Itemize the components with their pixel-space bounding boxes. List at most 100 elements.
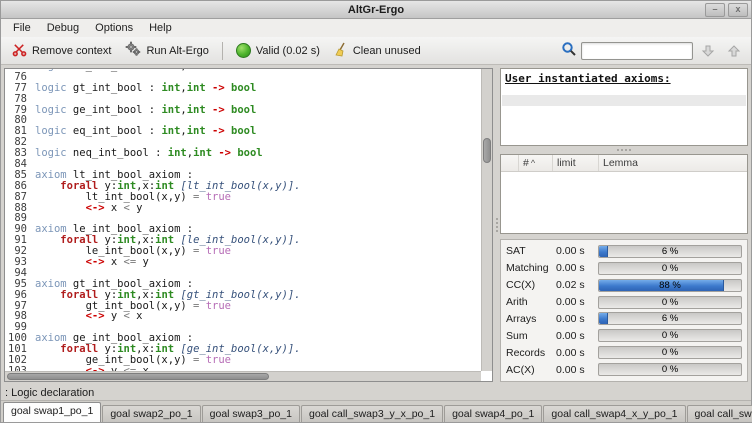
stat-label: SAT (506, 245, 556, 257)
stat-label: Arith (506, 296, 556, 308)
stat-progress-bar: 0 % (598, 262, 742, 275)
line-content: logic ge_int_bool : int,int -> bool (31, 105, 256, 116)
line-content: <-> x <= y (31, 257, 149, 268)
stat-percent-label: 88 % (599, 280, 741, 291)
run-alt-ergo-label: Run Alt-Ergo (146, 45, 208, 57)
stat-percent-label: 0 % (599, 347, 741, 358)
axioms-table-splitter[interactable] (500, 146, 748, 154)
code-line[interactable]: 88 <-> x < y (5, 203, 481, 214)
lemma-col-lemma[interactable]: Lemma (599, 155, 747, 171)
window-title: AltGr-Ergo (1, 4, 751, 16)
status-bar: : Logic declaration (1, 385, 751, 400)
stat-progress-bar: 0 % (598, 346, 742, 359)
stat-row-acx: AC(X)0.00 s0 % (506, 362, 742, 378)
menu-debug[interactable]: Debug (39, 20, 87, 36)
stat-row-sat: SAT0.00 s6 % (506, 243, 742, 259)
user-instantiated-axioms-panel[interactable]: User instantiated axioms: (500, 68, 748, 146)
run-alt-ergo-button[interactable]: Run Alt-Ergo (120, 38, 213, 63)
stat-progress-bar: 6 % (598, 312, 742, 325)
minimize-button[interactable]: – (705, 3, 725, 17)
stat-progress-bar: 88 % (598, 279, 742, 292)
tab-goal-swap3_po_1[interactable]: goal swap3_po_1 (202, 405, 300, 422)
tab-goal-swap2_po_1[interactable]: goal swap2_po_1 (102, 405, 200, 422)
stat-progress-bar: 0 % (598, 363, 742, 376)
remove-context-button[interactable]: Remove context (7, 39, 116, 63)
lemma-table-header: # ^ limit Lemma (501, 155, 747, 172)
line-content: <-> y < x (31, 311, 143, 322)
horizontal-scrollbar-thumb[interactable] (7, 373, 269, 380)
search-icon (561, 41, 577, 60)
vertical-scrollbar[interactable] (481, 69, 492, 371)
tab-goal-swap1_po_1[interactable]: goal swap1_po_1 (3, 402, 101, 422)
horizontal-scrollbar[interactable] (5, 371, 481, 381)
close-button[interactable]: x (728, 3, 748, 17)
stat-percent-label: 0 % (599, 263, 741, 274)
stat-label: Records (506, 347, 556, 359)
lemma-col-limit[interactable]: limit (553, 155, 599, 171)
vertical-scrollbar-thumb[interactable] (483, 138, 491, 163)
clean-unused-label: Clean unused (353, 45, 421, 57)
code-line[interactable]: 83logic neq_int_bool : int,int -> bool (5, 148, 481, 159)
gears-icon (125, 41, 141, 60)
find-next-button[interactable] (697, 41, 719, 61)
menu-options[interactable]: Options (87, 20, 141, 36)
stat-percent-label: 6 % (599, 246, 741, 257)
tab-goal-call_swap4_y_x_po_1[interactable]: goal call_swap4_y_x_po_1 (687, 405, 752, 422)
stat-label: CC(X) (506, 279, 556, 291)
sort-ascending-icon: ^ (531, 158, 535, 168)
search-input[interactable] (581, 42, 693, 60)
line-content: logic eq_int_bool : int,int -> bool (31, 126, 256, 137)
code-line[interactable]: 93 <-> x <= y (5, 257, 481, 268)
find-previous-button[interactable] (723, 41, 745, 61)
line-number: 96 (5, 290, 31, 301)
remove-context-label: Remove context (32, 45, 111, 57)
code-line[interactable]: 79logic ge_int_bool : int,int -> bool (5, 105, 481, 116)
menu-file[interactable]: File (5, 20, 39, 36)
code-line[interactable]: 77logic gt_int_bool : int,int -> bool (5, 83, 481, 94)
stat-time: 0.00 s (556, 296, 598, 308)
line-content: logic gt_int_bool : int,int -> bool (31, 83, 256, 94)
stat-time: 0.00 s (556, 364, 598, 376)
stat-percent-label: 6 % (599, 313, 741, 324)
line-number: 87 (5, 192, 31, 203)
code-line[interactable]: 98 <-> y < x (5, 311, 481, 322)
axioms-panel-title: User instantiated axioms: (505, 72, 743, 85)
stat-row-ccx: CC(X)0.02 s88 % (506, 277, 742, 293)
valid-status-icon (236, 43, 251, 58)
stat-percent-label: 0 % (599, 297, 741, 308)
menu-help[interactable]: Help (141, 20, 180, 36)
statistics-panel: SAT0.00 s6 %Matching0.00 s0 %CC(X)0.02 s… (500, 239, 748, 382)
stat-label: Matching (506, 262, 556, 274)
stat-progress-bar: 0 % (598, 329, 742, 342)
tab-goal-call_swap3_y_x_po_1[interactable]: goal call_swap3_y_x_po_1 (301, 405, 443, 422)
tab-goal-call_swap4_x_y_po_1[interactable]: goal call_swap4_x_y_po_1 (543, 405, 685, 422)
lemma-table[interactable]: # ^ limit Lemma (500, 154, 748, 234)
axioms-selected-row[interactable] (502, 95, 746, 106)
stat-label: Arrays (506, 313, 556, 325)
clean-unused-button[interactable]: Clean unused (329, 39, 426, 63)
code-line[interactable]: 81logic eq_int_bool : int,int -> bool (5, 126, 481, 137)
lemma-col-blank[interactable] (501, 155, 519, 171)
stat-label: AC(X) (506, 364, 556, 376)
tab-goal-swap4_po_1[interactable]: goal swap4_po_1 (444, 405, 542, 422)
line-content: <-> x < y (31, 203, 143, 214)
stat-progress-bar: 0 % (598, 296, 742, 309)
stat-time: 0.00 s (556, 313, 598, 325)
code-editor[interactable]: 75logic lt_int_bool : int,int -> bool767… (4, 68, 493, 382)
stat-percent-label: 0 % (599, 364, 741, 375)
valid-status-button[interactable]: Valid (0.02 s) (231, 40, 325, 61)
broom-icon (334, 42, 348, 60)
lemma-col-number[interactable]: # ^ (519, 155, 553, 171)
title-bar: AltGr-Ergo – x (1, 1, 751, 19)
panel-splitter[interactable] (493, 68, 500, 382)
scissors-icon (12, 42, 27, 60)
valid-status-label: Valid (0.02 s) (256, 45, 320, 57)
stat-progress-bar: 6 % (598, 245, 742, 258)
line-content: logic lt_int_bool : int,int -> bool (31, 69, 256, 72)
stat-time: 0.00 s (556, 330, 598, 342)
code-viewport[interactable]: 75logic lt_int_bool : int,int -> bool767… (5, 69, 481, 371)
line-number: 78 (5, 94, 31, 105)
right-panel: User instantiated axioms: # ^ limit (500, 68, 748, 382)
stat-row-sum: Sum0.00 s0 % (506, 328, 742, 344)
stat-row-records: Records0.00 s0 % (506, 345, 742, 361)
